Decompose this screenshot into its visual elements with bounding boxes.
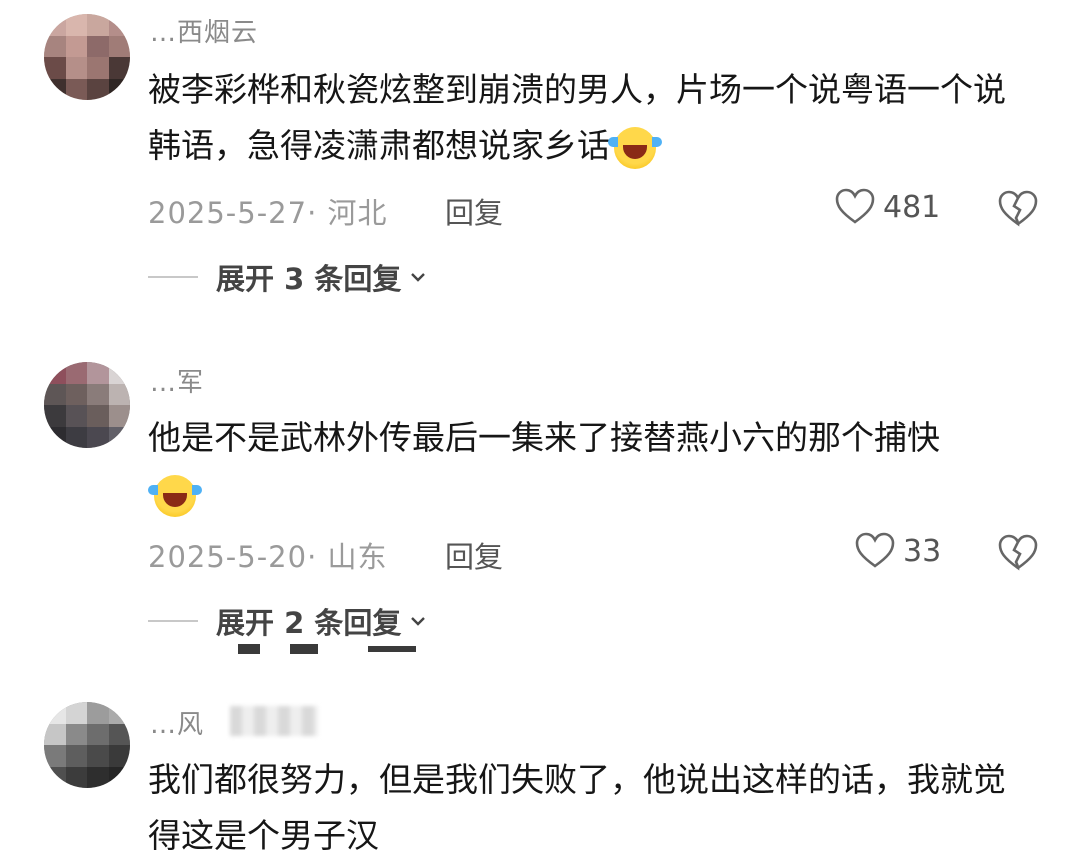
like-count: 481 xyxy=(883,189,941,225)
username[interactable]: …西烟云 xyxy=(150,12,258,49)
image-artifact xyxy=(368,646,416,652)
reply-button[interactable]: 回复 xyxy=(445,190,503,232)
heart-outline-icon xyxy=(835,188,875,224)
expand-replies-label: 展开 3 条回复 xyxy=(216,262,402,296)
comment-text: 他是不是武林外传最后一集来了接替燕小六的那个捕快 xyxy=(148,410,1020,522)
heart-outline-icon xyxy=(855,532,895,568)
expand-replies-label: 展开 2 条回复 xyxy=(216,606,402,640)
image-artifact xyxy=(290,644,318,654)
broken-heart-icon xyxy=(998,534,1038,571)
expand-replies[interactable]: 展开 2 条回复 xyxy=(148,600,427,642)
comment-body: 我们都很努力，但是我们失败了，他说出这样的话，我就觉得这是个男子汉 xyxy=(148,760,1006,855)
chevron-down-icon xyxy=(411,273,426,282)
chevron-down-icon xyxy=(411,617,426,626)
date-location: 2025-5-27· 河北 xyxy=(148,196,388,230)
divider-line xyxy=(148,620,198,622)
username[interactable]: …风 xyxy=(150,704,204,741)
avatar[interactable] xyxy=(44,14,130,100)
laughing-crying-emoji-icon xyxy=(148,474,202,517)
dislike-button[interactable] xyxy=(998,534,1038,576)
avatar[interactable] xyxy=(44,702,130,788)
like-button[interactable]: 33 xyxy=(855,532,941,570)
date-location: 2025-5-20· 山东 xyxy=(148,540,388,574)
avatar[interactable] xyxy=(44,362,130,448)
username[interactable]: …军 xyxy=(150,362,204,399)
broken-heart-icon xyxy=(998,190,1038,227)
comment-body: 他是不是武林外传最后一集来了接替燕小六的那个捕快 xyxy=(148,418,940,457)
divider-line xyxy=(148,276,198,278)
comment-body: 被李彩桦和秋瓷炫整到崩溃的男人，片场一个说粤语一个说韩语，急得凌潇肃都想说家乡话 xyxy=(148,70,1006,165)
comment-text: 被李彩桦和秋瓷炫整到崩溃的男人，片场一个说粤语一个说韩语，急得凌潇肃都想说家乡话 xyxy=(148,62,1020,174)
expand-replies[interactable]: 展开 3 条回复 xyxy=(148,256,427,298)
like-count: 33 xyxy=(903,533,942,569)
reply-button[interactable]: 回复 xyxy=(445,534,503,576)
image-artifact xyxy=(238,644,260,654)
username-redaction xyxy=(230,706,318,736)
like-button[interactable]: 481 xyxy=(835,188,940,226)
comment-text: 我们都很努力，但是我们失败了，他说出这样的话，我就觉得这是个男子汉 xyxy=(148,752,1020,864)
laughing-crying-emoji-icon xyxy=(608,126,662,169)
dislike-button[interactable] xyxy=(998,190,1038,232)
